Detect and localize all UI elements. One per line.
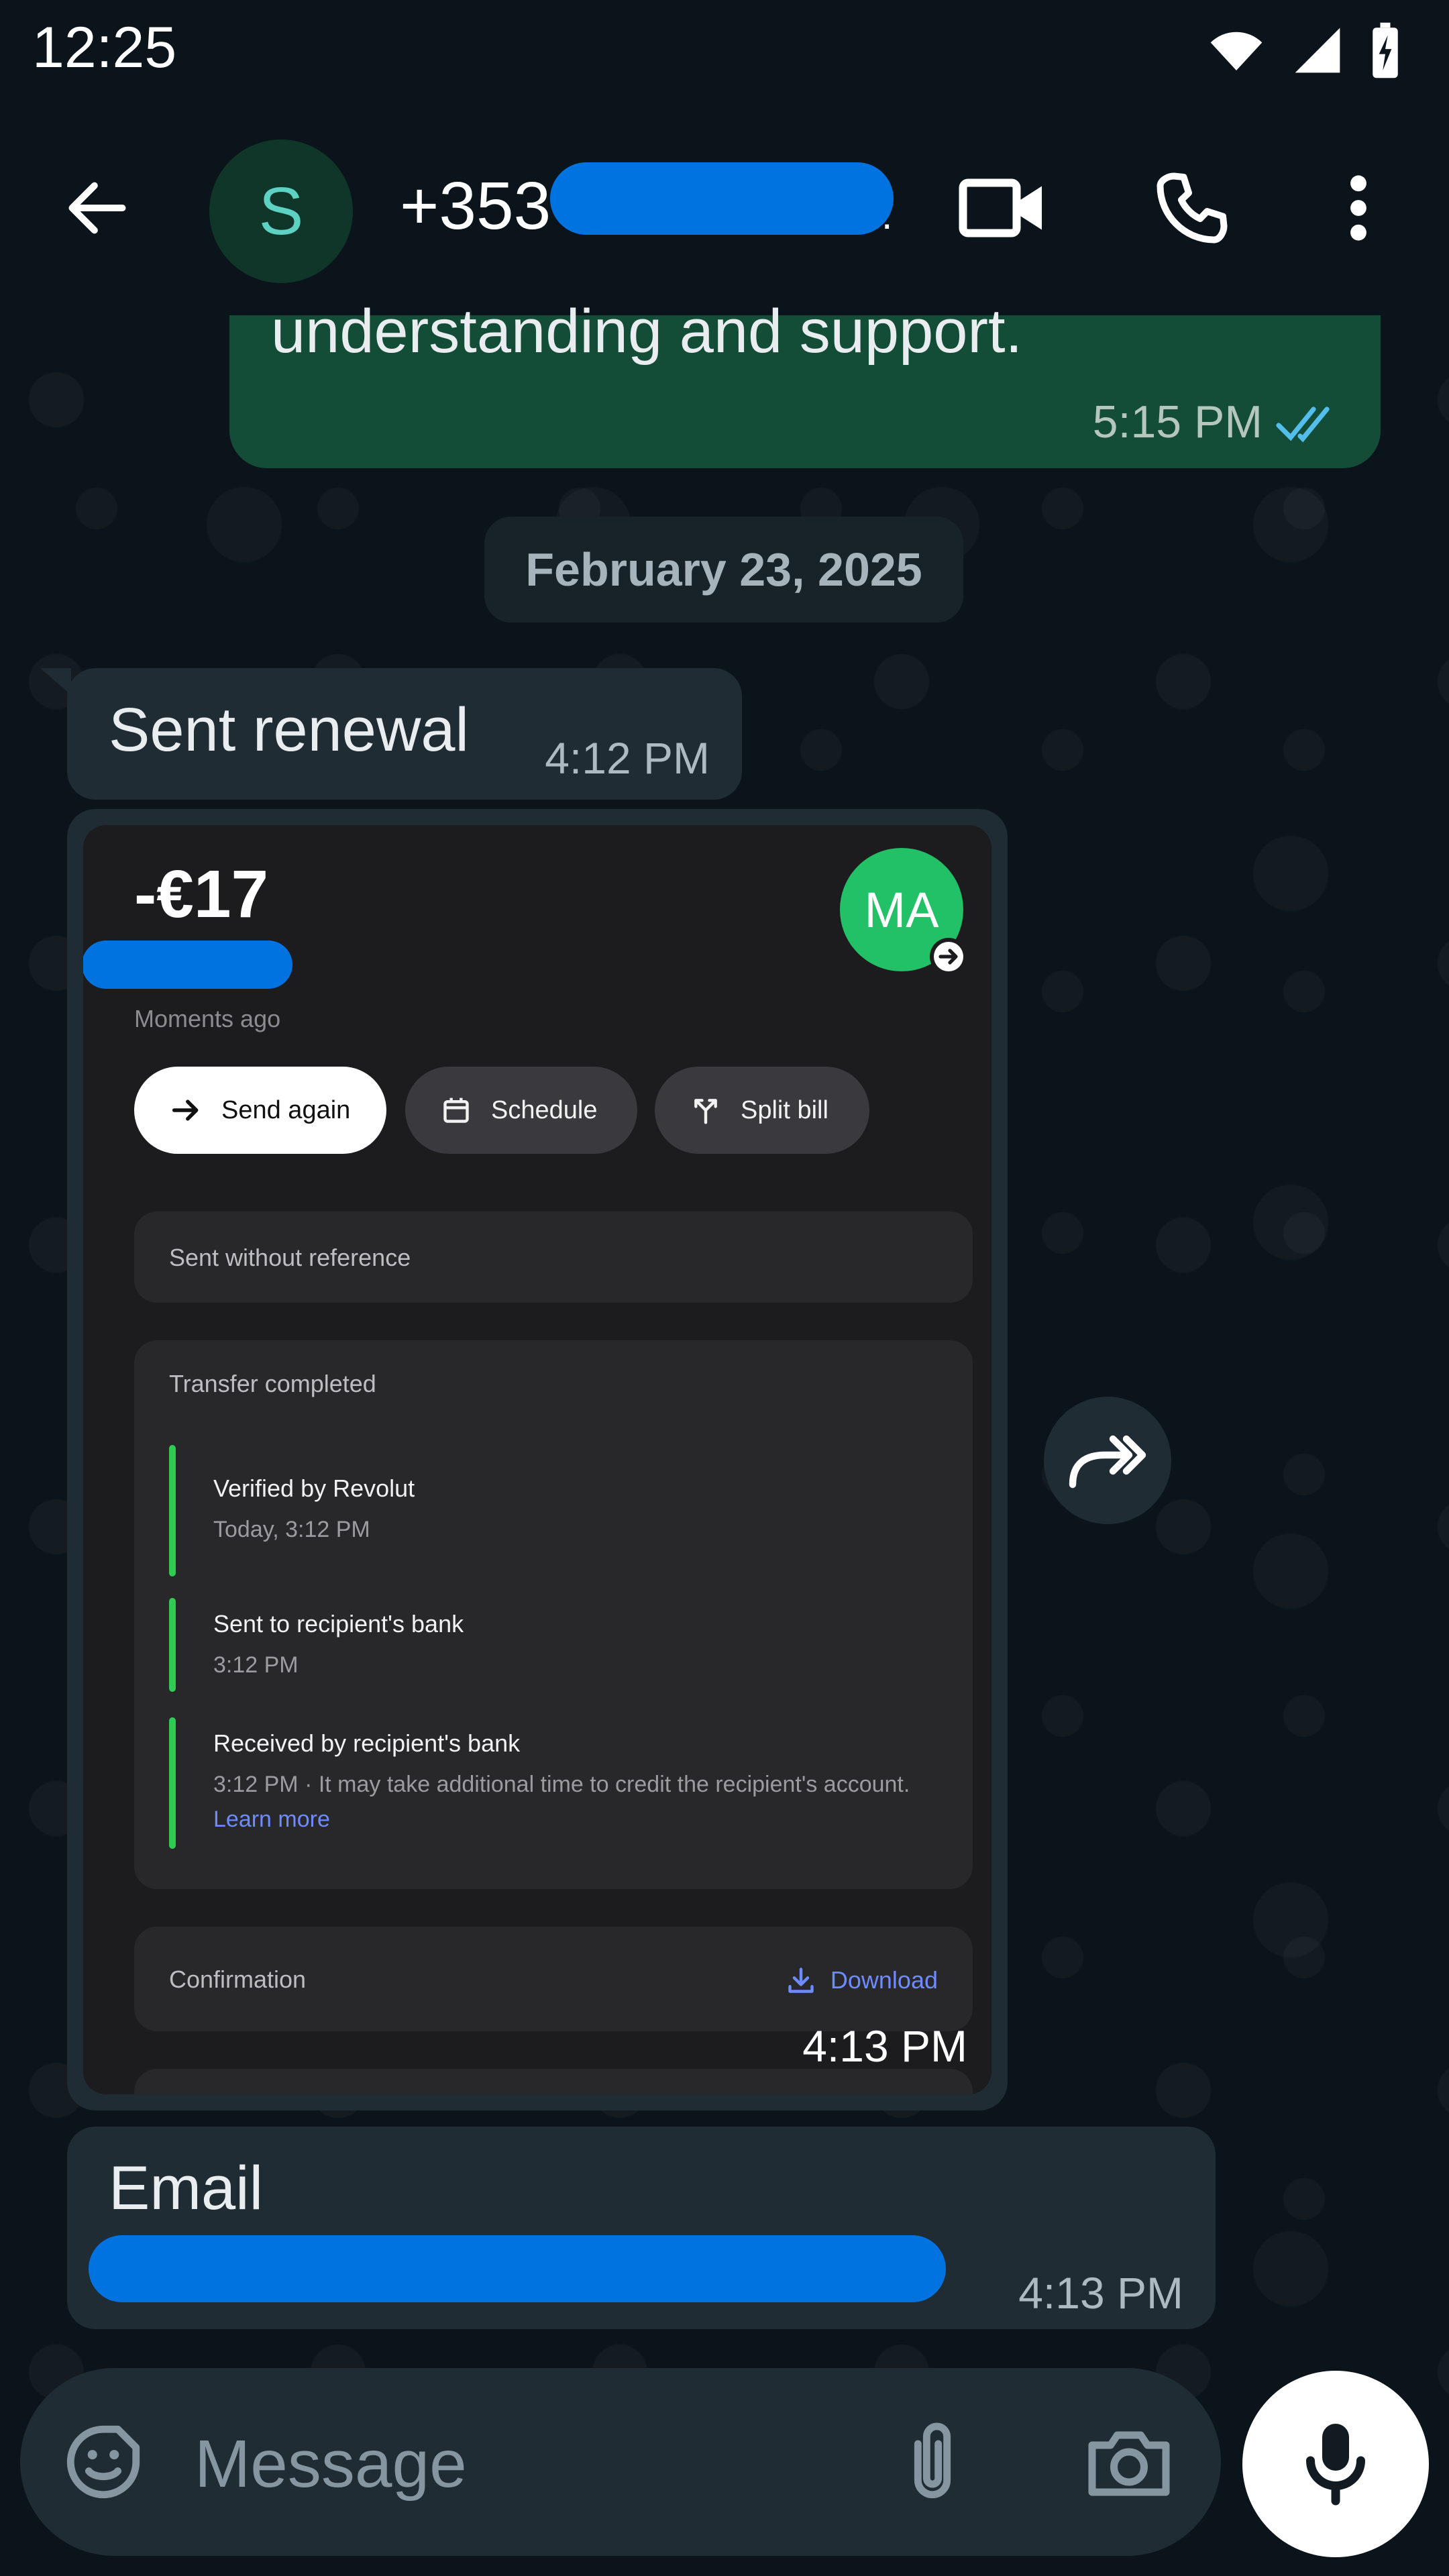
button-label: Split bill (741, 1095, 828, 1124)
step-title: Sent to recipient's bank (213, 1610, 464, 1638)
back-arrow-icon (68, 182, 126, 234)
step-title: Received by recipient's bank (213, 1729, 521, 1757)
status-step: Received by recipient's bank 3:12 PM · I… (169, 1717, 941, 1849)
chat-header: S +353.. (0, 101, 1449, 315)
incoming-message-bubble[interactable]: Email 4:13 PM (67, 2127, 1216, 2329)
voice-message-button[interactable] (1242, 2371, 1429, 2557)
redaction-mark (89, 2235, 946, 2302)
status-step: Sent to recipient's bank 3:12 PM (169, 1598, 941, 1692)
button-label: Send again (221, 1095, 351, 1124)
video-call-button[interactable] (945, 161, 1059, 255)
step-subtitle-text: 3:12 PM · It may take additional time to… (213, 1772, 910, 1797)
contact-number-prefix: +353 (400, 168, 551, 244)
outgoing-message-bubble[interactable]: understanding and support. 5:15 PM (229, 297, 1381, 468)
learn-more-link: Learn more (213, 1807, 330, 1832)
video-call-icon (959, 178, 1042, 237)
transfer-timestamp: Moments ago (134, 1005, 281, 1032)
incoming-message-bubble[interactable]: Sent renewal 4:12 PM (67, 668, 742, 800)
shared-screenshot[interactable]: -€17 MA Moments ago Send again Schedule … (83, 825, 991, 2094)
mic-icon (1306, 2424, 1365, 2506)
step-subtitle: Today, 3:12 PM (213, 1517, 370, 1542)
image-message-bubble[interactable]: -€17 MA Moments ago Send again Schedule … (67, 809, 1008, 2110)
status-step: Verified by Revolut Today, 3:12 PM (169, 1445, 941, 1576)
transfer-amount: -€17 (134, 857, 269, 932)
wifi-icon (1210, 32, 1263, 70)
more-vert-icon (1350, 175, 1366, 241)
arrow-right-circle-icon (934, 942, 963, 971)
battery-charging-icon (1373, 22, 1398, 78)
back-button[interactable] (47, 161, 148, 255)
sticker-button[interactable] (56, 2415, 150, 2509)
redaction-mark (550, 162, 894, 235)
confirmation-panel: Confirmation Download (134, 1927, 973, 2031)
date-separator: February 23, 2025 (484, 517, 963, 623)
status-bar: 12:25 (0, 0, 1449, 101)
reference-label: Sent without reference (169, 1244, 411, 1271)
forward-button[interactable] (1044, 1397, 1171, 1524)
next-panel-partial (134, 2069, 973, 2094)
send-again-button: Send again (134, 1067, 386, 1154)
read-ticks-icon (1276, 407, 1330, 443)
confirmation-label: Confirmation (169, 1966, 307, 1993)
message-input[interactable]: Message (195, 2426, 467, 2503)
camera-icon (1088, 2431, 1170, 2496)
redaction-mark (83, 941, 292, 989)
transfer-status-panel: Transfer completed Verified by Revolut T… (134, 1340, 973, 1889)
reference-panel: Sent without reference (134, 1212, 973, 1303)
phone-icon (1157, 172, 1228, 244)
message-time: 4:12 PM (545, 733, 710, 783)
forward-icon (1069, 1435, 1146, 1489)
sticker-icon (66, 2425, 140, 2499)
more-options-button[interactable] (1322, 161, 1395, 255)
message-composer: Message (20, 2368, 1221, 2556)
download-label: Download (830, 1966, 938, 1994)
status-title: Transfer completed (169, 1370, 376, 1397)
download-button: Download (786, 1966, 938, 1995)
message-text: understanding and support. (271, 297, 1023, 366)
download-icon (788, 1968, 814, 1993)
attach-icon (914, 2422, 951, 2499)
message-time: 4:13 PM (802, 2021, 967, 2071)
camera-button[interactable] (1079, 2415, 1179, 2509)
message-text: Sent renewal (109, 696, 469, 764)
step-subtitle: 3:12 PM (213, 1652, 299, 1678)
status-time: 12:25 (32, 15, 177, 80)
signal-icon (1295, 28, 1340, 73)
status-icons (1206, 20, 1402, 80)
step-subtitle: 3:12 PM · It may take additional time to… (213, 1767, 918, 1837)
message-time: 5:15 PM (1092, 396, 1263, 447)
schedule-button: Schedule (405, 1067, 637, 1154)
voice-call-button[interactable] (1135, 161, 1249, 255)
arrow-right-icon (172, 1099, 199, 1121)
message-time: 4:13 PM (1018, 2268, 1183, 2318)
avatar-badge (930, 938, 967, 975)
split-bill-button: Split bill (655, 1067, 869, 1154)
attach-button[interactable] (885, 2415, 979, 2509)
split-icon (694, 1099, 717, 1124)
calendar-icon (443, 1097, 469, 1123)
message-text: Email (109, 2154, 264, 2222)
bubble-tail (40, 668, 71, 695)
button-label: Schedule (491, 1095, 598, 1124)
step-title: Verified by Revolut (213, 1474, 415, 1502)
contact-avatar[interactable]: S (209, 140, 353, 283)
